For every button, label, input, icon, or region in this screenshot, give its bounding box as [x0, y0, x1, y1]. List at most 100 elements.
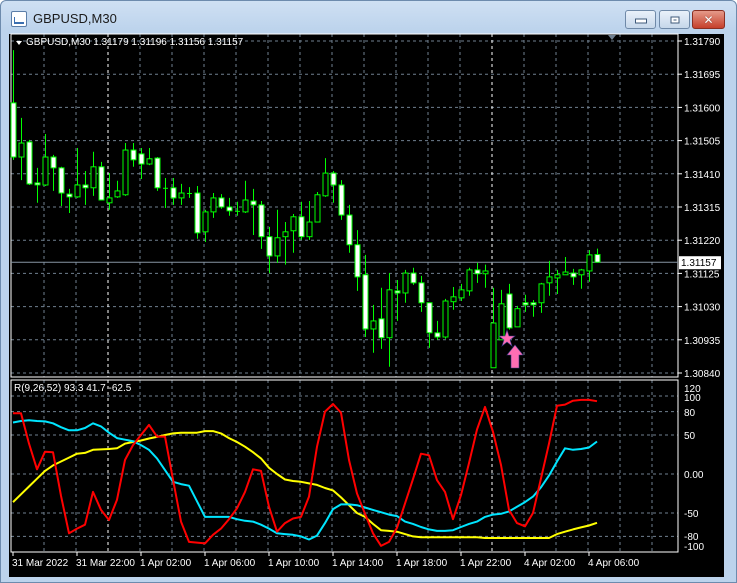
candle[interactable]	[346, 204, 353, 253]
candle[interactable]	[34, 167, 41, 203]
candle[interactable]	[146, 147, 153, 166]
indicator-scale-label: 100	[684, 393, 701, 404]
bull-candle-body	[178, 192, 185, 199]
candle[interactable]	[498, 289, 505, 341]
candle[interactable]	[362, 254, 369, 338]
candle[interactable]	[274, 209, 281, 263]
candle[interactable]	[10, 50, 17, 160]
bear-candle-body	[594, 254, 601, 263]
bull-candle-body	[210, 197, 217, 213]
candle[interactable]	[410, 267, 417, 285]
bear-candle-body	[58, 167, 65, 194]
time-axis-label: 1 Apr 02:00	[140, 558, 192, 569]
shift-marker-icon[interactable]	[608, 35, 616, 40]
candle[interactable]	[594, 248, 601, 263]
candle[interactable]	[506, 283, 513, 330]
candle[interactable]	[66, 188, 73, 213]
current-price-label: 1.31157	[681, 258, 717, 269]
candle[interactable]	[163, 177, 168, 209]
candle[interactable]	[538, 282, 545, 313]
candle[interactable]	[114, 180, 121, 198]
candle[interactable]	[402, 269, 409, 303]
candle[interactable]	[154, 157, 161, 191]
time-axis-label: 4 Apr 06:00	[588, 558, 640, 569]
bull-candle-body	[538, 283, 545, 304]
price-axis-label: 1.31125	[684, 269, 720, 280]
bull-candle-body	[114, 190, 121, 198]
time-axis-label: 1 Apr 10:00	[268, 558, 320, 569]
bear-candle-body	[154, 157, 161, 189]
bull-candle-body	[18, 142, 25, 158]
candle[interactable]	[98, 161, 105, 201]
candle[interactable]	[466, 267, 473, 296]
bear-candle-body	[298, 216, 305, 238]
bear-candle-body	[426, 302, 433, 334]
candle[interactable]	[82, 171, 89, 205]
candle[interactable]	[290, 213, 297, 253]
candle[interactable]	[314, 191, 321, 223]
candle[interactable]	[442, 298, 449, 339]
price-axis-label: 1.31410	[684, 170, 721, 181]
candle[interactable]	[522, 294, 529, 312]
candle[interactable]	[202, 209, 209, 242]
chart-canvas[interactable]: 1.31790 1.31695 1.31600 1.31505 1.31410 1.313…	[0, 0, 737, 583]
candle[interactable]	[570, 268, 577, 285]
time-axis-label: 4 Apr 02:00	[524, 558, 576, 569]
price-axis-label: 1.31220	[684, 236, 721, 247]
candle[interactable]	[226, 197, 233, 216]
candle[interactable]	[170, 177, 177, 205]
candle[interactable]	[250, 188, 257, 235]
bull-candle-body	[242, 199, 249, 213]
candle[interactable]	[474, 262, 481, 283]
bear-candle-body	[530, 302, 537, 306]
candle[interactable]	[530, 299, 537, 317]
candle[interactable]	[122, 143, 129, 196]
candle[interactable]	[282, 222, 289, 265]
candle[interactable]	[354, 230, 361, 291]
candle[interactable]	[18, 117, 25, 181]
candle[interactable]	[42, 133, 49, 187]
candle[interactable]	[514, 305, 521, 328]
bull-candle-body	[546, 276, 553, 284]
price-axis-label: 1.31600	[684, 103, 721, 114]
candle[interactable]	[578, 268, 585, 289]
bull-candle-body	[442, 300, 449, 338]
bear-candle-body	[434, 332, 441, 338]
candle[interactable]	[258, 201, 265, 249]
candle[interactable]	[338, 180, 345, 220]
collapse-triangle-icon[interactable]	[16, 41, 22, 45]
candle[interactable]	[482, 264, 489, 288]
indicator-line-9	[13, 398, 598, 547]
candle[interactable]	[242, 180, 249, 213]
candle[interactable]	[50, 154, 57, 191]
candle[interactable]	[58, 166, 65, 206]
candle[interactable]	[26, 139, 33, 185]
candle[interactable]	[90, 151, 97, 196]
candle[interactable]	[178, 183, 185, 205]
time-axis-label: 1 Apr 14:00	[332, 558, 384, 569]
candle[interactable]	[218, 194, 225, 209]
candle[interactable]	[546, 260, 553, 296]
bear-candle-body	[98, 166, 105, 201]
candle[interactable]	[322, 158, 329, 197]
candle[interactable]	[562, 256, 569, 276]
candle[interactable]	[386, 273, 393, 367]
candle[interactable]	[370, 304, 377, 353]
bull-candle-body	[322, 172, 329, 197]
indicator-line-52	[12, 430, 598, 539]
candle[interactable]	[194, 186, 201, 239]
candle[interactable]	[586, 249, 593, 282]
indicator-scale-label: 50	[684, 431, 696, 442]
candle[interactable]	[210, 193, 217, 218]
bull-candle-body	[306, 221, 313, 238]
bear-candle-body	[354, 244, 361, 278]
candle[interactable]	[187, 187, 192, 198]
bull-candle-body	[274, 237, 281, 257]
bull-candle-body	[458, 289, 465, 299]
candle[interactable]	[434, 320, 441, 340]
bear-candle-body	[394, 290, 401, 294]
time-axis-label: 31 Mar 2022	[12, 558, 69, 569]
bear-candle-body	[130, 149, 137, 161]
candle[interactable]	[130, 143, 137, 167]
bull-candle-body	[370, 320, 377, 330]
